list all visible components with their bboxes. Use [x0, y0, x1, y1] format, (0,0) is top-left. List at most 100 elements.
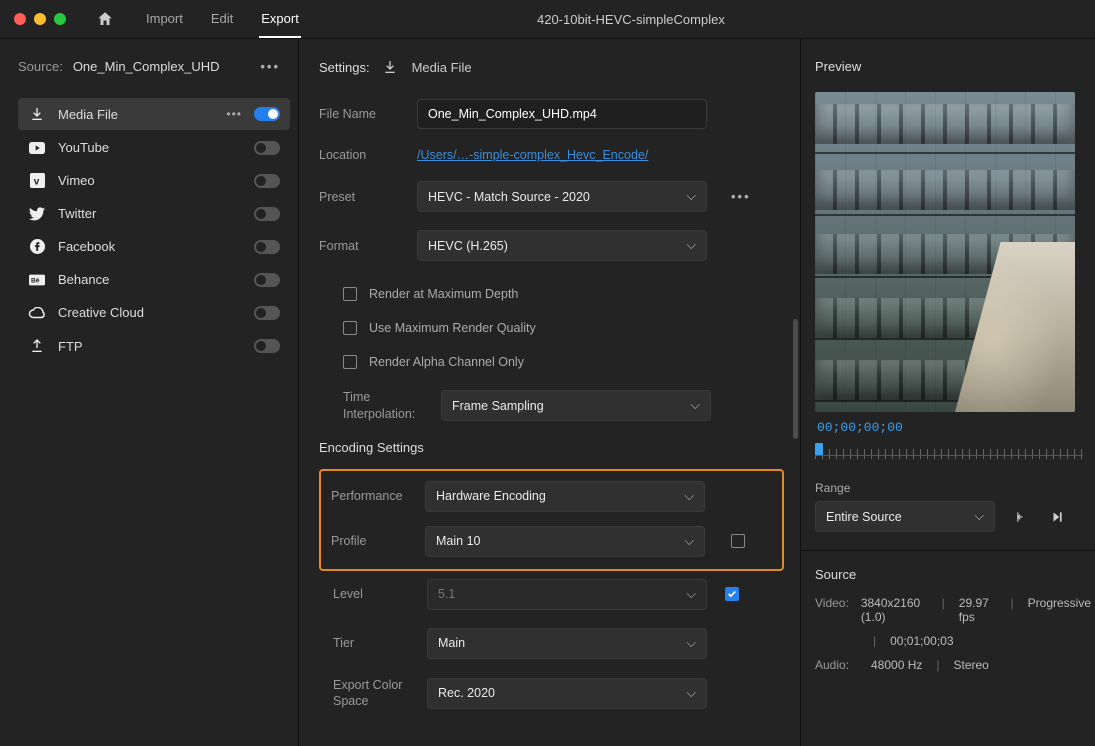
location-label: Location [319, 147, 399, 163]
tab-import[interactable]: Import [144, 1, 185, 38]
source-name: One_Min_Complex_UHD [73, 59, 220, 74]
performance-select[interactable]: Hardware Encoding ⌵ [425, 481, 705, 512]
destination-media-file[interactable]: Media File ••• [18, 98, 290, 130]
source-label: Source: [18, 59, 63, 74]
profile-value: Main 10 [436, 534, 480, 548]
destination-twitter[interactable]: Twitter [18, 198, 290, 229]
chevron-down-icon: ⌵ [975, 509, 984, 524]
window-controls [14, 13, 66, 25]
preview-label: Preview [815, 59, 1091, 74]
destination-label: Facebook [58, 239, 242, 254]
settings-label: Settings: [319, 60, 370, 75]
checkbox-unchecked[interactable] [343, 321, 357, 335]
ftp-upload-icon [28, 338, 46, 354]
checkbox-unchecked[interactable] [343, 355, 357, 369]
render-alpha-only-row[interactable]: Render Alpha Channel Only [319, 355, 784, 369]
creative-cloud-icon [28, 307, 46, 319]
destination-label: YouTube [58, 140, 242, 155]
destination-toggle[interactable] [254, 207, 280, 221]
destination-behance[interactable]: Bē Behance [18, 264, 290, 295]
audio-channels: Stereo [954, 658, 989, 672]
video-fps: 29.97 fps [959, 596, 997, 624]
match-source-checkbox-checked[interactable] [725, 587, 739, 601]
format-value: HEVC (H.265) [428, 239, 508, 253]
audio-meta-label: Audio: [815, 658, 859, 672]
divider [801, 550, 1095, 551]
range-select[interactable]: Entire Source ⌵ [815, 501, 995, 532]
tier-value: Main [438, 636, 465, 650]
chevron-down-icon: ⌵ [687, 587, 696, 602]
source-menu-icon[interactable]: ••• [260, 59, 280, 74]
encoding-settings-header: Encoding Settings [319, 440, 784, 455]
scrollbar-thumb[interactable] [793, 319, 798, 439]
file-name-input[interactable] [417, 99, 707, 129]
playhead-icon[interactable] [815, 443, 823, 455]
render-alpha-only-label: Render Alpha Channel Only [369, 355, 524, 369]
destination-vimeo[interactable]: v Vimeo [18, 165, 290, 196]
destination-creative-cloud[interactable]: Creative Cloud [18, 297, 290, 328]
destination-toggle[interactable] [254, 339, 280, 353]
audio-sample-rate: 48000 Hz [871, 658, 922, 672]
destination-toggle[interactable] [254, 273, 280, 287]
tier-select[interactable]: Main ⌵ [427, 628, 707, 659]
destination-toggle[interactable] [254, 141, 280, 155]
format-select[interactable]: HEVC (H.265) ⌵ [417, 230, 707, 261]
destination-menu-icon[interactable]: ••• [226, 107, 242, 121]
render-max-depth-row[interactable]: Render at Maximum Depth [319, 287, 784, 301]
preset-select[interactable]: HEVC - Match Source - 2020 ⌵ [417, 181, 707, 212]
settings-target: Media File [412, 60, 472, 75]
preset-menu-icon[interactable]: ••• [731, 189, 751, 204]
level-value: 5.1 [438, 587, 455, 601]
match-source-checkbox[interactable] [731, 534, 745, 548]
file-name-label: File Name [319, 106, 399, 122]
location-link[interactable]: /Users/…-simple-complex_Hevc_Encode/ [417, 148, 648, 162]
destination-youtube[interactable]: YouTube [18, 132, 290, 163]
destination-facebook[interactable]: Facebook [18, 231, 290, 262]
window-title: 420-10bit-HEVC-simpleComplex [181, 12, 1081, 27]
time-interpolation-select[interactable]: Frame Sampling ⌵ [441, 390, 711, 421]
performance-label: Performance [331, 488, 407, 504]
level-label: Level [333, 586, 409, 602]
destination-toggle[interactable] [254, 306, 280, 320]
chevron-down-icon: ⌵ [691, 398, 700, 413]
media-file-icon [28, 106, 46, 122]
video-duration: 00;01;00;03 [890, 634, 953, 648]
range-value: Entire Source [826, 510, 902, 524]
profile-label: Profile [331, 533, 407, 549]
destination-list: Media File ••• YouTube v Vimeo Twitter [18, 98, 290, 362]
destination-toggle[interactable] [254, 174, 280, 188]
minimize-window-button[interactable] [34, 13, 46, 25]
use-max-render-quality-row[interactable]: Use Maximum Render Quality [319, 321, 784, 335]
destination-ftp[interactable]: FTP [18, 330, 290, 362]
destination-toggle[interactable] [254, 107, 280, 121]
close-window-button[interactable] [14, 13, 26, 25]
timeline-ruler[interactable] [815, 441, 1091, 467]
facebook-icon [28, 239, 46, 254]
time-interpolation-value: Frame Sampling [452, 399, 544, 413]
profile-select[interactable]: Main 10 ⌵ [425, 526, 705, 557]
preview-thumbnail[interactable] [815, 92, 1075, 412]
svg-text:Bē: Bē [31, 277, 40, 284]
mark-out-button[interactable] [1043, 503, 1071, 531]
format-label: Format [319, 238, 399, 254]
color-space-select[interactable]: Rec. 2020 ⌵ [427, 678, 707, 709]
destination-label: Twitter [58, 206, 242, 221]
time-interpolation-label: Time Interpolation: [343, 389, 423, 422]
chevron-down-icon: ⌵ [687, 636, 696, 651]
chevron-down-icon: ⌵ [687, 686, 696, 701]
preview-panel: Preview 00;00;00;00 Range Entire Source … [800, 38, 1095, 746]
chevron-down-icon: ⌵ [687, 238, 696, 253]
fullscreen-window-button[interactable] [54, 13, 66, 25]
timecode-display[interactable]: 00;00;00;00 [817, 420, 1091, 435]
destination-toggle[interactable] [254, 240, 280, 254]
destination-label: FTP [58, 339, 242, 354]
checkbox-unchecked[interactable] [343, 287, 357, 301]
level-select[interactable]: 5.1 ⌵ [427, 579, 707, 610]
mark-in-button[interactable] [1005, 503, 1033, 531]
behance-icon: Bē [28, 274, 46, 286]
home-icon[interactable] [96, 10, 114, 28]
video-resolution: 3840x2160 (1.0) [861, 596, 928, 624]
video-meta-label: Video: [815, 596, 849, 624]
range-label: Range [815, 481, 1091, 495]
title-bar: Import Edit Export 420-10bit-HEVC-simple… [0, 0, 1095, 38]
